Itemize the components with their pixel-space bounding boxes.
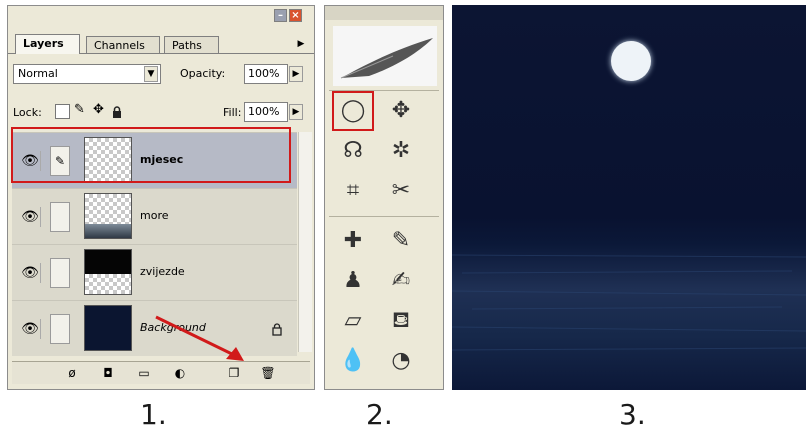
layer-thumbnail [84,305,132,351]
layer-mask-icon[interactable]: ◘ [100,365,116,381]
new-layer-icon[interactable]: ❐ [226,365,242,381]
adjustment-layer-icon[interactable]: ◐ [172,365,188,381]
eye-icon[interactable]: 👁 [20,207,41,227]
lock-all-icon[interactable] [112,104,122,118]
feather-logo [333,26,437,86]
slice-tool-icon[interactable]: ✂ [383,174,419,208]
fill-slider-arrow-icon[interactable]: ▶ [289,104,303,120]
opacity-slider-arrow-icon[interactable]: ▶ [289,66,303,82]
close-button[interactable]: × [289,9,302,22]
step-label-1: 1. [140,398,167,431]
lock-transparency-icon[interactable] [55,104,70,119]
marquee-tool-highlight [332,91,374,131]
link-box[interactable] [50,202,70,232]
layer-name: zvijezde [140,265,185,278]
tab-channels[interactable]: Channels [86,36,160,54]
history-brush-icon[interactable]: ✍ [383,264,419,298]
clone-stamp-icon[interactable]: ♟ [335,264,371,298]
layer-style-icon[interactable]: ø [64,365,80,381]
lock-position-move-icon[interactable]: ✥ [93,102,104,117]
layer-thumbnail [84,249,132,295]
toolbox-header [325,6,443,20]
link-box[interactable] [50,258,70,288]
layers-bottom-bar: ø ◘ ▭ ◐ ❐ 🗑 [12,361,310,384]
eraser-tool-icon[interactable]: ▱ [335,304,371,338]
move-tool-icon[interactable]: ✥ [383,94,419,128]
blend-mode-select[interactable]: Normal [13,64,161,84]
link-box[interactable] [50,314,70,344]
brush-tool-icon[interactable]: ✎ [383,224,419,258]
layers-panel: – × Layers Channels Paths ▶ Normal ▼ Opa… [7,5,315,390]
new-group-icon[interactable]: ▭ [136,365,152,381]
opacity-label: Opacity: [180,67,226,80]
tab-paths[interactable]: Paths [164,36,219,54]
layer-thumbnail [84,193,132,239]
trash-icon[interactable]: 🗑 [260,365,276,381]
opacity-value: 100% [248,67,280,80]
eye-icon[interactable]: 👁 [20,319,41,339]
fill-label: Fill: [223,106,242,119]
eye-icon[interactable]: 👁 [20,263,41,283]
layers-scrollbar[interactable] [298,132,312,352]
blur-tool-icon[interactable]: 💧 [335,344,371,378]
fill-input[interactable]: 100% [244,102,288,122]
opacity-input[interactable]: 100% [244,64,288,84]
moon [611,41,651,81]
lasso-tool-icon[interactable]: ☊ [335,134,371,168]
selected-layer-highlight [11,127,291,183]
layer-row-zvijezde[interactable]: 👁 zvijezde [12,244,297,300]
tab-layers[interactable]: Layers [15,34,80,54]
blend-mode-value: Normal [18,67,58,80]
minimize-button[interactable]: – [274,9,287,22]
healing-brush-icon[interactable]: ✚ [335,224,371,258]
magic-wand-icon[interactable]: ✲ [383,134,419,168]
panel-menu-icon[interactable]: ▶ [294,37,308,51]
step-label-3: 3. [619,398,646,431]
dodge-tool-icon[interactable]: ◔ [383,344,419,378]
layer-name: more [140,209,169,222]
lock-label: Lock: [13,106,42,119]
chevron-down-icon[interactable]: ▼ [144,66,158,82]
step-label-2: 2. [366,398,393,431]
toolbox: ◯ ✥ ☊ ✲ ⌗ ✂ ✚ ✎ ♟ ✍ ▱ ⛾ 💧 ◔ [324,5,444,390]
lock-icon [272,321,282,336]
layer-row-more[interactable]: 👁 more [12,188,297,244]
paint-bucket-icon[interactable]: ⛾ [383,304,419,338]
lock-image-brush-icon[interactable]: ✎ [74,102,85,117]
toolbox-divider [329,216,439,217]
fill-value: 100% [248,105,280,118]
crop-tool-icon[interactable]: ⌗ [335,174,371,208]
